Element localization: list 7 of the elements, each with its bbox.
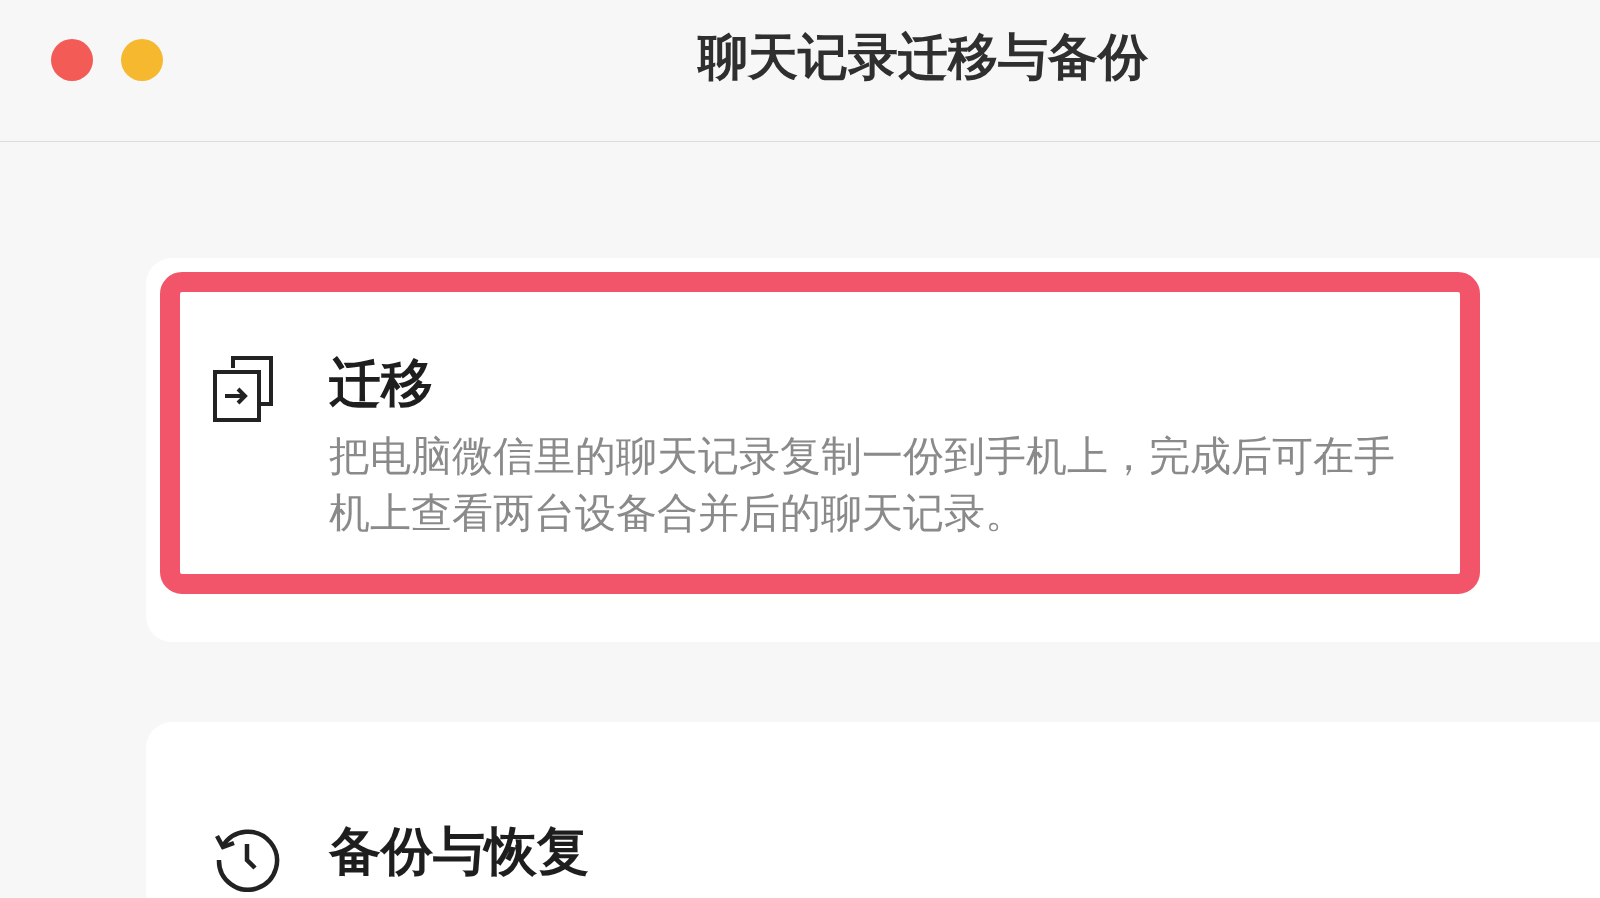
window-title: 聊天记录迁移与备份 bbox=[698, 27, 1148, 88]
section-title[interactable]: 迁移 bbox=[329, 348, 1409, 418]
section-title[interactable]: 备份与恢复 bbox=[329, 816, 589, 886]
close-button[interactable] bbox=[51, 39, 93, 81]
arrow-into-box-icon bbox=[213, 356, 275, 422]
minimize-button[interactable] bbox=[121, 39, 163, 81]
section-description: 把电脑微信里的聊天记录复制一份到手机上，完成后可在手机上查看两台设备合并后的聊天记录。 bbox=[329, 431, 1396, 539]
